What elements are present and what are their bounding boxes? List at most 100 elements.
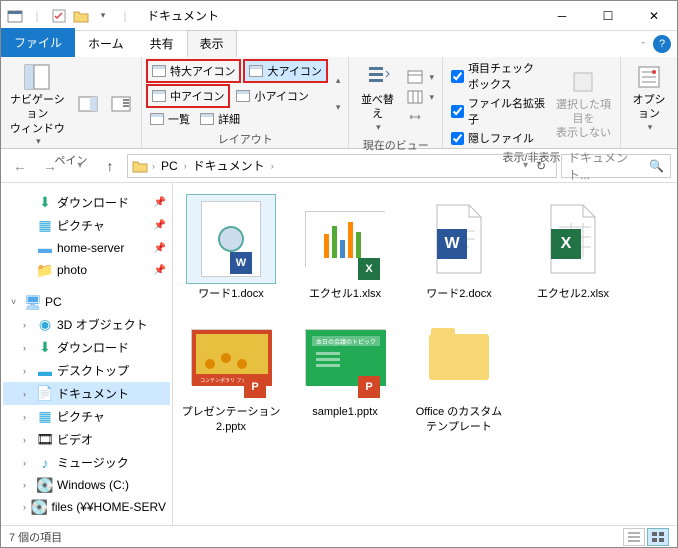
checkbox-icon[interactable]	[451, 70, 464, 83]
word-icon: W	[437, 229, 467, 259]
tab-file[interactable]: ファイル	[1, 28, 75, 57]
options-button[interactable]: オプション ▾	[625, 59, 673, 135]
nav-forward-button[interactable]: →	[37, 153, 63, 179]
details-pane-button[interactable]	[105, 86, 137, 122]
hide-selected-button[interactable]: 選択した項目を 表示しない	[551, 64, 616, 143]
navigation-tree[interactable]: ⬇ダウンロード📌 ▦ピクチャ📌 ▬home-server📌 📁photo📌 ˅🖥…	[1, 183, 173, 525]
tree-item-3d-objects[interactable]: ›◉3D オブジェクト	[3, 313, 170, 336]
view-icons-toggle[interactable]	[647, 528, 669, 546]
tree-item-pictures2[interactable]: ›▦ピクチャ	[3, 405, 170, 428]
chevron-right-icon[interactable]: ›	[23, 320, 33, 330]
sort-label: 並べ替え	[357, 93, 397, 122]
tab-share[interactable]: 共有	[137, 30, 187, 57]
navigation-pane-button[interactable]: ナビゲーション ウィンドウ ▾	[5, 59, 70, 150]
preview-pane-button[interactable]	[72, 86, 104, 122]
add-columns-button[interactable]: ▾	[403, 88, 438, 106]
tab-view[interactable]: 表示	[187, 30, 237, 57]
tree-item-pc[interactable]: ˅🖥PC	[3, 291, 170, 313]
search-input[interactable]: ドキュメント... 🔍	[561, 154, 671, 178]
file-extensions-toggle[interactable]: ファイル名拡張子	[447, 94, 549, 128]
refresh-icon[interactable]: ↻	[530, 159, 552, 173]
group-by-button[interactable]: ▾	[403, 68, 438, 86]
titlebar: | ▾ | ドキュメント ─ ☐ ✕	[1, 1, 677, 31]
layout-xlarge-button[interactable]: 特大アイコン	[146, 59, 241, 83]
quick-access-toolbar: | ▾ |	[1, 8, 139, 24]
view-details-toggle[interactable]	[623, 528, 645, 546]
divider-icon: |	[117, 8, 133, 24]
file-item[interactable]: Office のカスタム テンプレート	[409, 313, 509, 434]
breadcrumb-pc[interactable]: PC	[159, 159, 180, 173]
folder-small-icon[interactable]	[73, 8, 89, 24]
chevron-right-icon[interactable]: ›	[182, 161, 189, 171]
options-label: オプション	[629, 93, 669, 122]
chevron-down-icon[interactable]: ˅	[11, 297, 21, 307]
tree-item-pictures[interactable]: ▦ピクチャ📌	[3, 214, 170, 237]
music-icon: ♪	[37, 455, 53, 471]
checkbox-icon[interactable]	[451, 132, 464, 145]
chevron-right-icon[interactable]: ›	[23, 389, 33, 399]
tree-item-documents[interactable]: ›📄ドキュメント	[3, 382, 170, 405]
tree-item-cdrive[interactable]: ›💽Windows (C:)	[3, 474, 170, 496]
maximize-button[interactable]: ☐	[585, 1, 631, 31]
chevron-right-icon[interactable]: ›	[23, 435, 33, 445]
nav-history-icon[interactable]: ▾	[67, 153, 93, 179]
file-item[interactable]: コンテンポラリ フォト アル P プレゼンテーション2.pptx	[181, 313, 281, 434]
file-list[interactable]: W ワード1.docx X エクセル1.xlsx W ワード	[173, 183, 677, 525]
chevron-right-icon[interactable]: ›	[23, 458, 33, 468]
address-field[interactable]: › PC › ドキュメント › ▾ ↻	[127, 154, 557, 178]
minimize-button[interactable]: ─	[539, 1, 585, 31]
file-item[interactable]: W ワード1.docx	[181, 195, 281, 301]
layout-large-button[interactable]: 大アイコン	[243, 59, 327, 83]
item-checkboxes-toggle[interactable]: 項目チェック ボックス	[447, 59, 549, 93]
layout-medium-button[interactable]: 中アイコン	[146, 84, 230, 108]
pin-icon: 📌	[154, 243, 166, 254]
pin-icon: 📌	[154, 220, 166, 231]
chevron-right-icon[interactable]: ›	[150, 161, 157, 171]
tree-item-home-server[interactable]: ▬home-server📌	[3, 237, 170, 259]
nav-up-button[interactable]: ↑	[97, 153, 123, 179]
tree-item-downloads[interactable]: ⬇ダウンロード📌	[3, 191, 170, 214]
layout-small-button[interactable]: 小アイコン	[232, 84, 312, 108]
checkbox-icon[interactable]	[451, 105, 464, 118]
ribbon-view: ナビゲーション ウィンドウ ▾ ペイン 特大アイコン 大アイコン	[1, 57, 677, 149]
fit-columns-button[interactable]	[403, 108, 438, 126]
network-icon: ▬	[37, 240, 53, 256]
chevron-right-icon[interactable]: ›	[23, 502, 28, 512]
sort-button[interactable]: 並べ替え ▾	[353, 59, 401, 135]
tree-item-video[interactable]: ›🎞ビデオ	[3, 428, 170, 451]
layout-details-button[interactable]: 詳細	[196, 109, 244, 129]
qat-dropdown-icon[interactable]: ▾	[95, 8, 111, 24]
ribbon-collapse-icon[interactable]: ˆ	[633, 37, 653, 57]
chevron-right-icon[interactable]: ›	[23, 412, 33, 422]
file-item[interactable]: W ワード2.docx	[409, 195, 509, 301]
breadcrumb-documents[interactable]: ドキュメント	[191, 157, 267, 174]
tree-item-downloads2[interactable]: ›⬇ダウンロード	[3, 336, 170, 359]
hidden-files-toggle[interactable]: 隠しファイル	[447, 129, 549, 147]
chevron-right-icon[interactable]: ›	[23, 480, 33, 490]
ribbon-tabs: ファイル ホーム 共有 表示 ˆ ?	[1, 31, 677, 57]
chevron-right-icon[interactable]: ›	[269, 161, 276, 171]
file-item[interactable]: X エクセル1.xlsx	[295, 195, 395, 301]
nav-back-button[interactable]: ←	[7, 153, 33, 179]
cube-icon: ◉	[37, 317, 53, 333]
layout-list-button[interactable]: 一覧	[146, 109, 194, 129]
help-icon[interactable]: ?	[653, 35, 671, 53]
file-item[interactable]: 本日の会議のトピック P sample1.pptx	[295, 313, 395, 434]
tree-item-desktop[interactable]: ›▬デスクトップ	[3, 359, 170, 382]
address-dropdown-icon[interactable]: ▾	[523, 160, 528, 171]
tree-item-music[interactable]: ›♪ミュージック	[3, 451, 170, 474]
file-item[interactable]: X エクセル2.xlsx	[523, 195, 623, 301]
video-icon: 🎞	[37, 432, 53, 448]
chevron-up-icon[interactable]: ▴	[336, 75, 341, 86]
tab-home[interactable]: ホーム	[75, 30, 137, 57]
checkbox-icon[interactable]	[51, 8, 67, 24]
tree-item-photo[interactable]: 📁photo📌	[3, 259, 170, 281]
chevron-down-icon[interactable]: ▾	[336, 102, 341, 113]
close-button[interactable]: ✕	[631, 1, 677, 31]
pin-icon: 📌	[154, 265, 166, 276]
chevron-right-icon[interactable]: ›	[23, 366, 33, 376]
tree-item-files[interactable]: ›💽files (¥¥HOME-SERV	[3, 496, 170, 518]
list-icon	[150, 113, 164, 125]
desktop-icon: ▬	[37, 363, 53, 379]
chevron-right-icon[interactable]: ›	[23, 343, 33, 353]
